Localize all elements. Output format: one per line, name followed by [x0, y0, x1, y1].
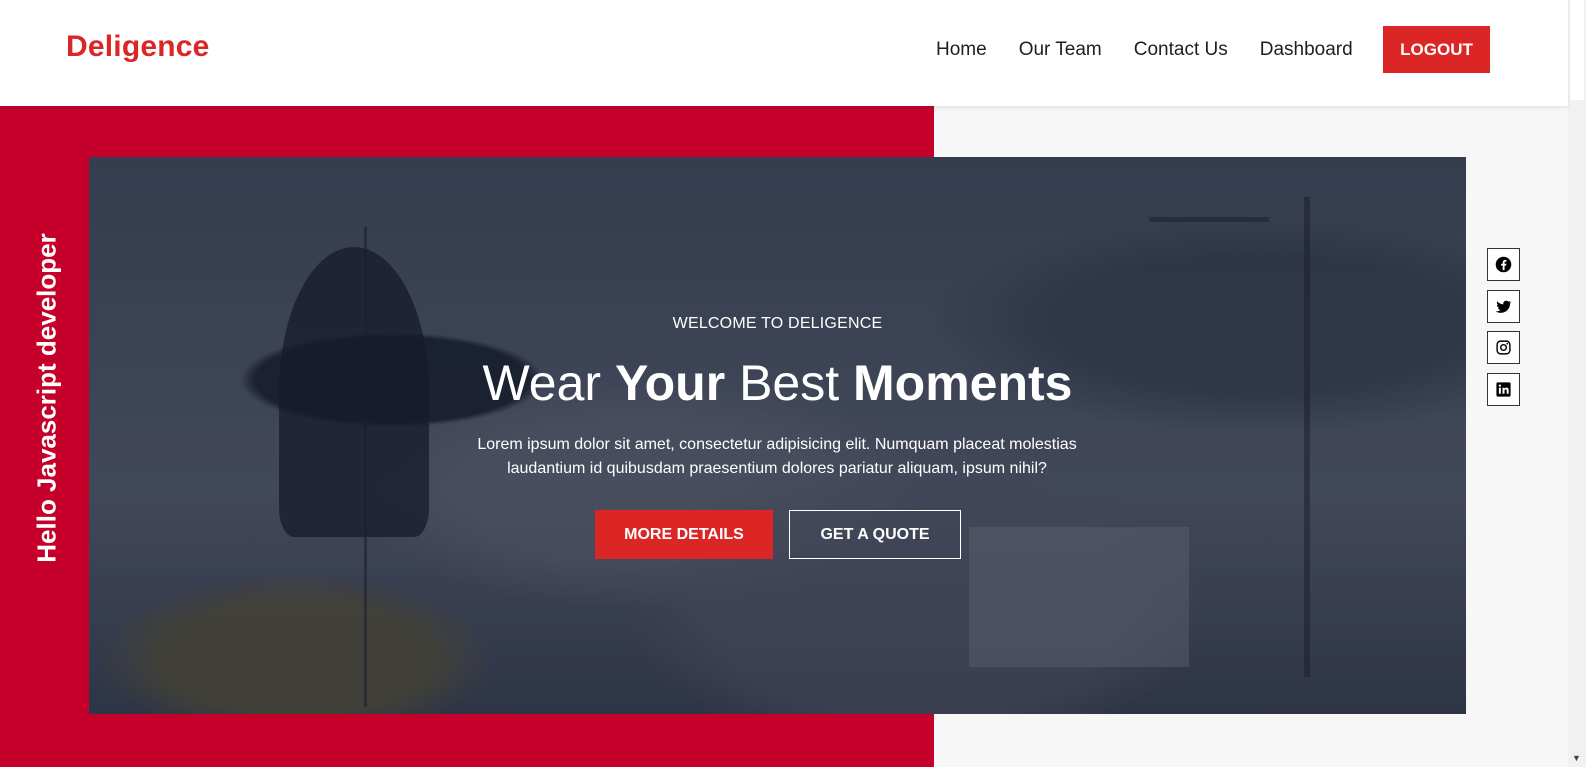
scroll-down-arrow-icon[interactable]: ▼: [1572, 753, 1581, 763]
logout-button[interactable]: LOGOUT: [1383, 26, 1490, 73]
nav-item-home[interactable]: Home: [936, 38, 987, 62]
nav-item-contact-us[interactable]: Contact Us: [1134, 38, 1228, 62]
nav-item-dashboard[interactable]: Dashboard: [1260, 38, 1353, 62]
get-a-quote-button[interactable]: GET A QUOTE: [789, 510, 961, 559]
hero-eyebrow: WELCOME TO DELIGENCE: [672, 315, 883, 332]
social-links: [1487, 248, 1520, 414]
facebook-icon: [1495, 256, 1512, 273]
hero-description: Lorem ipsum dolor sit amet, consectetur …: [477, 436, 1077, 477]
headline-word-4: Moments: [853, 355, 1073, 411]
headline-word-3: Best: [739, 355, 840, 411]
vertical-greeting: Hello Javascript developer: [31, 233, 62, 563]
headline-word-1: Wear: [482, 355, 602, 411]
linkedin-link[interactable]: [1487, 372, 1520, 406]
brand-logo[interactable]: Deligence: [66, 30, 210, 64]
linkedin-icon: [1495, 381, 1512, 398]
hero-headline: Wear Your Best Moments: [89, 353, 1466, 413]
page-scrollbar[interactable]: ▼: [1568, 0, 1586, 767]
facebook-link[interactable]: [1487, 248, 1520, 281]
scrollbar-thumb[interactable]: [1570, 0, 1584, 100]
instagram-icon: [1495, 339, 1512, 356]
twitter-link[interactable]: [1487, 289, 1520, 323]
nav-item-our-team[interactable]: Our Team: [1019, 38, 1102, 62]
twitter-icon: [1495, 298, 1512, 315]
main-nav: Home Our Team Contact Us Dashboard: [936, 38, 1385, 62]
hero-section: WELCOME TO DELIGENCE Wear Your Best Mome…: [89, 157, 1466, 714]
more-details-button[interactable]: MORE DETAILS: [595, 510, 773, 559]
instagram-link[interactable]: [1487, 331, 1520, 364]
site-header: Deligence Home Our Team Contact Us Dashb…: [0, 0, 1568, 106]
headline-word-2: Your: [614, 355, 726, 411]
